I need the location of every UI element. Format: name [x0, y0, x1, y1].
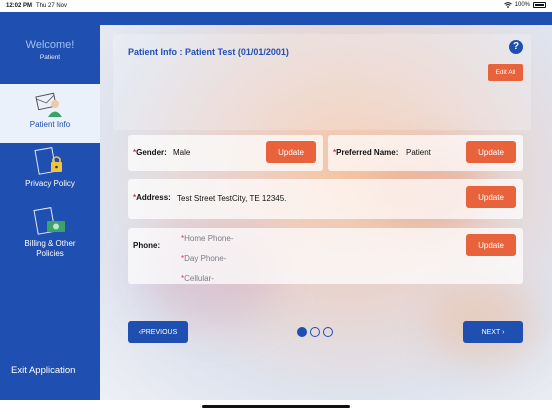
- preferred-name-label-text: Preferred Name:: [336, 148, 399, 157]
- address-update-button[interactable]: Update: [466, 186, 516, 208]
- lock-document-icon: [34, 147, 62, 175]
- phone-label: Phone:: [133, 241, 161, 250]
- sidebar-item-label: Billing & Other Policies: [24, 239, 76, 258]
- preferred-name-label: *Preferred Name:: [333, 148, 398, 157]
- address-value: Test Street TestCity, TE 12345.: [177, 194, 287, 203]
- preferred-name-value: Patient: [406, 148, 431, 157]
- wifi-icon: [503, 2, 512, 8]
- cellular-label: Cellular-: [184, 274, 214, 283]
- sidebar-item-billing[interactable]: Billing & Other Policies: [0, 207, 100, 263]
- edit-all-button[interactable]: Edit All: [488, 64, 523, 81]
- status-right: 100%: [503, 2, 546, 8]
- chevron-right-icon: ›: [502, 328, 505, 336]
- help-icon[interactable]: ?: [509, 40, 523, 54]
- gender-label: *Gender:: [133, 148, 167, 157]
- status-date: Thu 27 Nov: [36, 3, 68, 9]
- phone-update-button[interactable]: Update: [466, 234, 516, 256]
- sidebar-item-label: Patient Info: [29, 120, 71, 129]
- sidebar-item-label: Privacy Policy: [25, 179, 75, 188]
- sidebar-item-privacy-policy[interactable]: Privacy Policy: [0, 147, 100, 197]
- battery-percent: 100%: [514, 2, 530, 8]
- battery-icon: [533, 2, 546, 8]
- status-time: 12:02 PM: [6, 3, 33, 9]
- gender-label-text: Gender:: [136, 148, 167, 157]
- day-phone-label: Day Phone-: [184, 254, 227, 263]
- page-dot-1[interactable]: [297, 327, 307, 337]
- exit-application-link[interactable]: Exit Application: [11, 365, 75, 376]
- gender-update-button[interactable]: Update: [266, 141, 316, 163]
- page-dot-2[interactable]: [310, 327, 320, 337]
- page-dot-3[interactable]: [323, 327, 333, 337]
- sidebar: Welcome! Patient Patient Info Privacy Po…: [0, 25, 100, 400]
- day-phone-line: *Day Phone-: [181, 254, 226, 263]
- home-phone-label: Home Phone-: [184, 234, 234, 243]
- money-document-icon: [33, 207, 65, 235]
- welcome-text: Welcome!: [25, 39, 75, 51]
- home-phone-line: *Home Phone-: [181, 234, 233, 243]
- page-title: Patient Info : Patient Test (01/01/2001): [128, 47, 289, 57]
- next-label: NEXT: [481, 328, 501, 336]
- address-label-text: Address:: [136, 193, 171, 202]
- home-indicator: [202, 405, 350, 408]
- preferred-name-update-button[interactable]: Update: [466, 141, 516, 163]
- cellular-line: *Cellular-: [181, 274, 214, 283]
- top-bar: [0, 12, 552, 25]
- previous-label: PREVIOUS: [141, 328, 178, 336]
- sidebar-item-patient-info[interactable]: Patient Info: [0, 84, 100, 143]
- address-label: *Address:: [133, 193, 171, 202]
- status-bar: 12:02 PM Thu 27 Nov 100%: [0, 0, 552, 12]
- gender-value: Male: [173, 148, 191, 157]
- user-role: Patient: [39, 54, 61, 61]
- previous-button[interactable]: ‹PREVIOUS: [128, 321, 188, 343]
- user-mail-icon: [35, 92, 62, 117]
- next-button[interactable]: NEXT ›: [463, 321, 523, 343]
